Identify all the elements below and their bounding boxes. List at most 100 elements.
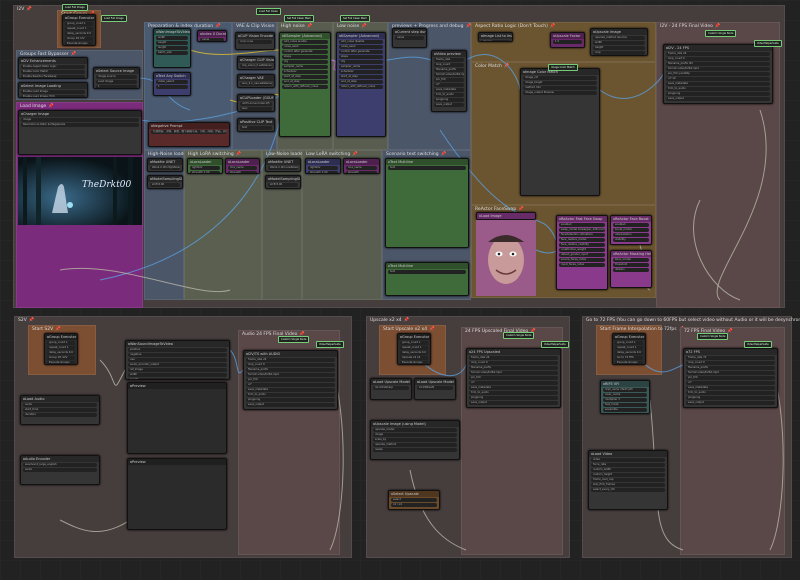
node-upsel[interactable]: Select Upscale select x2 / x4 — [388, 490, 440, 510]
node-widget[interactable]: start_time — [23, 408, 97, 412]
node-widget[interactable]: threshold — [613, 263, 649, 267]
node-title[interactable]: Charger Image — [19, 111, 141, 117]
node-widget[interactable]: skip_first_frames — [591, 483, 665, 487]
node-widget[interactable]: repeat_count 1 — [615, 346, 643, 350]
node-wani2v[interactable]: WanImageToVideo width height length batch_si… — [153, 28, 191, 68]
node-widget[interactable]: group_count 1 — [615, 341, 643, 345]
node-widget[interactable]: index_select — [156, 80, 188, 84]
node-widget[interactable]: return_with_leftover_noise — [282, 85, 328, 89]
node-widget[interactable]: Group #1 I2V — [65, 37, 93, 41]
node-title[interactable]: 72 FPS — [684, 349, 777, 355]
node-widget[interactable]: Upscale x2 x4 — [400, 356, 428, 360]
node-widget[interactable]: end_at_step — [282, 80, 328, 84]
node-widget[interactable]: save_output — [469, 401, 558, 405]
node-badge[interactable]: Load Full Image — [101, 15, 127, 22]
node-widget[interactable]: ckpt_name rife47.pth — [603, 388, 647, 392]
node-widget[interactable]: pix_fmt — [686, 376, 775, 380]
node-widget[interactable]: delay_seconds 0.0 — [615, 351, 643, 355]
node-rife[interactable]: RIFE VFI ckpt_name rife47.pth clear_cache m… — [600, 380, 650, 414]
node-widget[interactable]: force_rate — [591, 463, 665, 467]
node-widget[interactable]: format video/h264-mp4 — [686, 371, 775, 375]
node-widget[interactable]: steps — [282, 55, 328, 59]
node-widget[interactable]: group_count 1 — [65, 22, 93, 26]
node-widget[interactable]: text — [388, 270, 466, 274]
node-widget[interactable]: pingpong — [666, 92, 770, 96]
node-widget[interactable]: scale_by — [373, 438, 457, 442]
node-title[interactable]: ReActor Fast Face Swap — [557, 216, 607, 222]
node-widget[interactable]: audio — [23, 403, 97, 407]
node-widget[interactable]: video — [591, 458, 665, 462]
node-vhs4[interactable]: 72 FPS frame_rate 72 loop_count 0 filename_… — [683, 348, 778, 408]
node-title[interactable]: Group Executor — [45, 334, 77, 340]
node-title[interactable]: Text Multiline — [386, 263, 468, 269]
node-widget[interactable]: sampler_name — [282, 65, 328, 69]
node-title[interactable]: Select Upscale — [389, 491, 439, 497]
node-title[interactable]: Load Upscale Model — [371, 379, 411, 385]
node-title[interactable]: Upscale Image (using Model) — [371, 421, 459, 427]
node-il2i[interactable]: Image List to Imagesimages — [478, 32, 513, 42]
node-widget[interactable]: Execute Groups — [65, 42, 93, 45]
node-txt2[interactable]: Text Multiline text — [385, 262, 469, 296]
node-widget[interactable]: pix_fmt — [469, 376, 558, 380]
node-widget[interactable]: upscale_model — [373, 428, 457, 432]
node-title[interactable]: KSampler (Advanced) — [337, 33, 385, 39]
node-widget[interactable]: frame_rate 24 — [469, 356, 558, 360]
node-widget[interactable]: loop_count 0 — [246, 363, 335, 367]
node-src[interactable]: Select Source Image Image source Load Imag… — [93, 67, 140, 89]
node-widget[interactable]: height — [156, 41, 188, 45]
node-title[interactable]: Charger VAE — [238, 75, 274, 81]
node-widget[interactable]: crf — [686, 381, 775, 385]
node-title[interactable]: Positive CLIP Text — [238, 119, 274, 125]
node-widget[interactable]: loop_count 0 — [666, 57, 770, 61]
node-widget[interactable]: enabled — [613, 223, 649, 227]
node-title[interactable]: ModelSamplingSD3 — [148, 176, 182, 182]
node-widget[interactable]: lora_name — [228, 166, 257, 170]
node-badge[interactable]: VideoHelperSuite — [316, 341, 344, 348]
node-loadcv[interactable]: Charger CLIP Vision clip_vision_h.safeten… — [237, 56, 275, 70]
node-widget[interactable]: fast_mode — [603, 403, 647, 407]
node-lmodel[interactable]: ModelSamplingSD3shift 8.00 — [265, 175, 301, 189]
node-widget[interactable]: pingpong — [469, 396, 558, 400]
node-widget[interactable]: filename_prefix — [434, 68, 464, 72]
node-widget[interactable]: upscale_method — [373, 443, 457, 447]
node-widget[interactable]: end_at_step — [339, 80, 383, 84]
node-widget[interactable]: height — [128, 378, 227, 379]
node-widget[interactable]: save_output — [686, 401, 775, 405]
node-badge[interactable]: Load Full Image — [62, 4, 88, 11]
node-widget[interactable]: enabled — [559, 223, 605, 227]
node-widget[interactable]: shift 8.00 — [150, 183, 180, 187]
node-title[interactable]: CLIPLoader (GGUF) — [238, 95, 274, 101]
node-widget[interactable]: Enable ReActor FaceSwap — [21, 75, 85, 78]
node-widget[interactable]: filename_prefix I2V — [666, 62, 770, 66]
node-widget[interactable]: trim_to_audio — [434, 93, 464, 97]
node-widget[interactable]: save_metadata — [686, 386, 775, 390]
node-title[interactable]: CLIP Vision Encode — [236, 33, 274, 39]
node-title[interactable]: Select Image Loading — [19, 83, 87, 89]
node-title[interactable]: Group Executor — [613, 334, 645, 340]
node-widget[interactable]: custom_width — [591, 468, 665, 472]
node-widget[interactable]: visibility — [613, 238, 649, 242]
node-title[interactable]: Load Video — [589, 451, 667, 457]
node-title[interactable]: LoraLoader — [188, 159, 222, 165]
node-s2vsamp[interactable]: WanSoundImageToVideo positive negative vae a… — [125, 340, 230, 380]
node-title[interactable]: Preview — [128, 383, 226, 389]
node-widget[interactable]: start_at_step — [282, 75, 328, 79]
node-widget[interactable]: Enable Color Match — [21, 70, 85, 74]
node-widget[interactable]: cfg — [282, 60, 328, 64]
node-widget[interactable]: select_every_nth — [591, 488, 665, 492]
node-widget[interactable]: 1.5 — [553, 40, 582, 44]
node-upf[interactable]: Upscale Factor 1.5 — [550, 32, 585, 48]
node-hunet[interactable]: Modèle UNET Wan2.2-I2V-HighNoise — [147, 158, 183, 172]
node-exec3[interactable]: Group Executor group_count 1 repeat_count … — [397, 333, 431, 365]
node-vload[interactable]: Load Video video force_rate custom_width cus… — [588, 450, 668, 510]
node-widget[interactable]: ref_image — [128, 368, 227, 372]
node-widget[interactable]: image_output Preview — [523, 91, 597, 95]
node-widget[interactable]: filename_prefix — [246, 368, 335, 372]
node-widget[interactable]: boost_model — [613, 228, 649, 232]
node-widget[interactable]: Group #1 S2V — [47, 356, 75, 360]
node-widget[interactable]: text — [388, 166, 466, 170]
node-widget[interactable]: crf — [246, 383, 335, 387]
node-widget[interactable]: dilation — [613, 268, 649, 272]
node-widget[interactable]: loop_count — [434, 63, 464, 67]
node-widget[interactable]: strength 1.00 — [190, 171, 220, 173]
